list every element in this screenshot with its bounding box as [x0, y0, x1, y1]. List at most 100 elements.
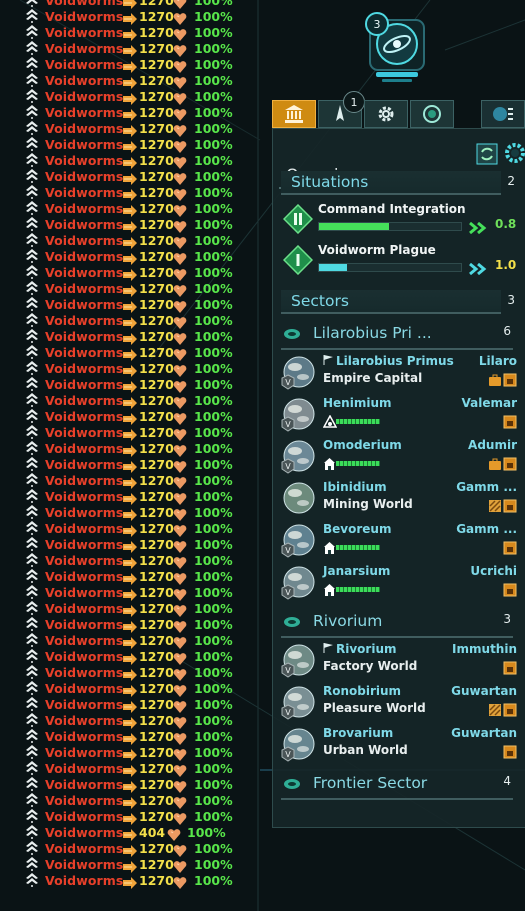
fleet-power-icon — [123, 0, 137, 9]
situation-item[interactable]: Voidworm Plague 1.0 — [281, 241, 516, 281]
fleet-row[interactable]: Voidworms 1270 100% — [0, 696, 233, 713]
situation-rate: 0.8 — [495, 217, 517, 231]
fleet-row[interactable]: Voidworms 1270 100% — [0, 328, 233, 345]
planet-row[interactable]: Janarsium Ucrichi V — [281, 562, 517, 604]
planet-row[interactable]: Lilarobius Primus Empire Capital Lilaro V — [281, 352, 517, 394]
fleet-row[interactable]: Voidworms 1270 100% — [0, 152, 233, 169]
situation-item[interactable]: Command Integration 0.8 — [281, 200, 517, 240]
rank-chevron-icon — [24, 793, 40, 807]
fleet-row[interactable]: Voidworms 1270 100% — [0, 0, 233, 9]
planet-row[interactable]: Brovarium Urban World Guwartan V — [281, 724, 517, 766]
fleet-row[interactable]: Voidworms 1270 100% — [0, 280, 233, 297]
tab-planets[interactable] — [481, 100, 525, 128]
fleet-power-icon — [123, 330, 137, 345]
factory-icon — [503, 373, 517, 387]
fleet-row[interactable]: Voidworms 1270 100% — [0, 712, 233, 729]
settings-gear-icon[interactable] — [503, 141, 525, 165]
fleet-row[interactable]: Voidworms 1270 100% — [0, 200, 233, 217]
fleet-row[interactable]: Voidworms 1270 100% — [0, 56, 233, 73]
fleet-row[interactable]: Voidworms 1270 100% — [0, 760, 233, 777]
fleet-row[interactable]: Voidworms 1270 100% — [0, 440, 233, 457]
fleet-row[interactable]: Voidworms 1270 100% — [0, 296, 233, 313]
fleet-row[interactable]: Voidworms 1270 100% — [0, 584, 233, 601]
fleet-row[interactable]: Voidworms 1270 100% — [0, 872, 233, 889]
heart-icon — [173, 650, 187, 665]
fleet-row[interactable]: Voidworms 1270 100% — [0, 856, 233, 873]
fleet-row[interactable]: Voidworms 1270 100% — [0, 488, 233, 505]
refresh-icon[interactable] — [476, 143, 498, 165]
fleet-row[interactable]: Voidworms 1270 100% — [0, 744, 233, 761]
factory-icon — [503, 583, 517, 597]
planet-row[interactable]: Omoderium Adumir V — [281, 436, 517, 478]
planet-row[interactable]: Rivorium Factory World Immuthin V — [281, 640, 517, 682]
fleet-row[interactable]: Voidworms 1270 100% — [0, 808, 233, 825]
fleet-row[interactable]: Voidworms 1270 100% — [0, 376, 233, 393]
tab-government[interactable] — [272, 100, 316, 128]
fleet-row[interactable]: Voidworms 1270 100% — [0, 184, 233, 201]
fleet-name: Voidworms — [45, 328, 124, 344]
fleet-row[interactable]: Voidworms 1270 100% — [0, 648, 233, 665]
fleet-row[interactable]: Voidworms 1270 100% — [0, 632, 233, 649]
empire-emblem[interactable]: 3 — [362, 8, 432, 84]
fleet-row[interactable]: Voidworms 1270 100% — [0, 8, 233, 25]
fleet-row[interactable]: Voidworms 1270 100% — [0, 776, 233, 793]
fleet-name: Voidworms — [45, 552, 124, 568]
fleet-row[interactable]: Voidworms 1270 100% — [0, 728, 233, 745]
fleet-row[interactable]: Voidworms 1270 100% — [0, 312, 233, 329]
heart-icon — [173, 522, 187, 537]
fleet-row[interactable]: Voidworms 1270 100% — [0, 104, 233, 121]
fleet-row[interactable]: Voidworms 1270 100% — [0, 472, 233, 489]
planet-row[interactable]: Ibinidium Mining World Gamm ... — [283, 478, 517, 520]
sector-header[interactable]: Frontier Sector 4 — [281, 772, 513, 800]
sector-header[interactable]: Rivorium 3 — [281, 610, 513, 638]
fleet-row[interactable]: Voidworms 1270 100% — [0, 264, 233, 281]
fleet-row[interactable]: Voidworms 1270 100% — [0, 72, 233, 89]
planet-row[interactable]: Bevoreum Gamm ... V — [281, 520, 517, 562]
fleet-power: 1270 — [139, 152, 174, 168]
fleet-row[interactable]: Voidworms 1270 100% — [0, 664, 233, 681]
fleet-row[interactable]: Voidworms 1270 100% — [0, 792, 233, 809]
fleet-row[interactable]: Voidworms 1270 100% — [0, 248, 233, 265]
fleet-row[interactable]: Voidworms 1270 100% — [0, 232, 233, 249]
fleet-power: 1270 — [139, 0, 174, 8]
sector-header[interactable]: Lilarobius Pri ... 6 — [281, 322, 513, 350]
fleet-row[interactable]: Voidworms 1270 100% — [0, 840, 233, 857]
tab-gear[interactable] — [364, 100, 408, 128]
fleet-row[interactable]: Voidworms 1270 100% — [0, 552, 233, 569]
fleet-row[interactable]: Voidworms 1270 100% — [0, 536, 233, 553]
fleet-power: 1270 — [139, 328, 174, 344]
fleet-row[interactable]: Voidworms 1270 100% — [0, 408, 233, 425]
fleet-name: Voidworms — [45, 744, 124, 760]
sectors-header[interactable]: Sectors 3 — [281, 290, 515, 314]
fleet-row[interactable]: Voidworms 1270 100% — [0, 456, 233, 473]
planet-row[interactable]: Henimium Valemar V — [281, 394, 517, 436]
fleet-row[interactable]: Voidworms 1270 100% — [0, 680, 233, 697]
fleet-row[interactable]: Voidworms 1270 100% — [0, 216, 233, 233]
fleet-row[interactable]: Voidworms 1270 100% — [0, 40, 233, 57]
fleet-row[interactable]: Voidworms 1270 100% — [0, 360, 233, 377]
fleet-row[interactable]: Voidworms 1270 100% — [0, 88, 233, 105]
fleet-row[interactable]: Voidworms 404 100% — [0, 824, 226, 841]
fleet-row[interactable]: Voidworms 1270 100% — [0, 392, 233, 409]
fleet-row[interactable]: Voidworms 1270 100% — [0, 600, 233, 617]
fleet-row[interactable]: Voidworms 1270 100% — [0, 136, 233, 153]
fleet-row[interactable]: Voidworms 1270 100% — [0, 168, 233, 185]
situations-header[interactable]: Situations 2 — [281, 171, 515, 195]
factory-icon — [503, 456, 517, 471]
fleet-row[interactable]: Voidworms 1270 100% — [0, 120, 233, 137]
fleet-row[interactable]: Voidworms 1270 100% — [0, 568, 233, 585]
fleet-row[interactable]: Voidworms 1270 100% — [0, 344, 233, 361]
fleet-health: 100% — [194, 440, 233, 456]
fleet-row[interactable]: Voidworms 1270 100% — [0, 424, 233, 441]
planet-row[interactable]: Ronobirium Pleasure World Guwartan V — [281, 682, 517, 724]
fleet-power: 1270 — [139, 264, 174, 280]
fleet-row[interactable]: Voidworms 1270 100% — [0, 616, 233, 633]
fleet-row[interactable]: Voidworms 1270 100% — [0, 504, 233, 521]
situation-progress-bar — [318, 222, 462, 231]
fleet-power: 1270 — [139, 808, 174, 824]
rank-chevron-icon — [24, 137, 40, 151]
tab-species[interactable] — [410, 100, 454, 128]
fleet-row[interactable]: Voidworms 1270 100% — [0, 24, 233, 41]
fleet-row[interactable]: Voidworms 1270 100% — [0, 520, 233, 537]
fleet-health: 100% — [194, 136, 233, 152]
